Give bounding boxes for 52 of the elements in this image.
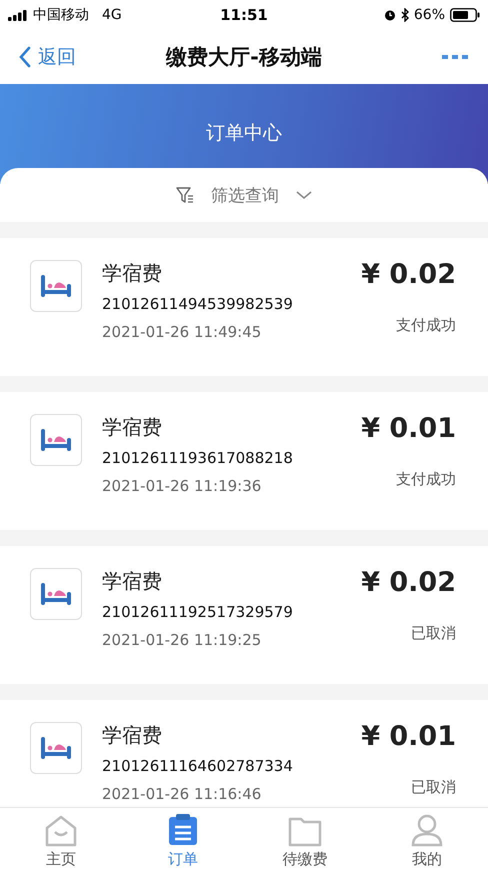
clock-time: 11:51: [220, 6, 268, 24]
carrier-name: 中国移动: [33, 6, 89, 24]
order-number: 21012611494539982539: [102, 295, 293, 313]
bed-icon: [30, 568, 82, 620]
person-icon: [410, 813, 444, 847]
clipboard-icon: [166, 813, 200, 847]
order-name: 学宿费: [102, 414, 163, 440]
filter-button[interactable]: 筛选查询: [171, 180, 317, 210]
order-time: 2021-01-26 11:49:45: [102, 323, 262, 341]
alarm-icon: [384, 9, 396, 21]
order-number: 21012611164602787334: [102, 757, 293, 775]
page-title: 缴费大厅-移动端: [166, 44, 322, 71]
folder-icon: [288, 815, 322, 847]
filter-icon: [175, 185, 195, 205]
order-name: 学宿费: [102, 260, 163, 286]
order-card[interactable]: 学宿费 21012611164602787334 2021-01-26 11:16:46 ¥ 0.01 已取消: [0, 700, 488, 807]
order-amount: ¥ 0.02: [361, 260, 456, 290]
back-button[interactable]: 返回: [18, 44, 76, 70]
order-amount: ¥ 0.01: [361, 414, 456, 444]
chevron-down-icon: [295, 189, 313, 201]
order-card[interactable]: 学宿费 21012611193617088218 2021-01-26 11:19:36 ¥ 0.01 支付成功: [0, 392, 488, 530]
network-type: 4G: [102, 7, 122, 23]
order-name: 学宿费: [102, 722, 163, 748]
order-card[interactable]: 学宿费 21012611494539982539 2021-01-26 11:49:45 ¥ 0.02 支付成功: [0, 238, 488, 376]
tab-item[interactable]: 待缴费: [244, 808, 366, 873]
order-status: 支付成功: [396, 316, 456, 335]
order-number: 21012611193617088218: [102, 449, 293, 467]
order-time: 2021-01-26 11:19:36: [102, 477, 262, 495]
tab-item[interactable]: 我的: [366, 808, 488, 873]
home-icon: [44, 815, 78, 847]
order-amount: ¥ 0.02: [361, 568, 456, 598]
order-status: 支付成功: [396, 470, 456, 489]
bed-icon: [30, 414, 82, 466]
signal-icon: [8, 10, 28, 20]
order-number: 21012611192517329579: [102, 603, 293, 621]
bed-icon: [30, 722, 82, 774]
tab-item[interactable]: 主页: [0, 808, 122, 873]
battery-icon: [450, 8, 480, 22]
tab-item[interactable]: 订单: [122, 808, 244, 873]
bluetooth-icon: [400, 8, 409, 22]
order-time: 2021-01-26 11:16:46: [102, 785, 262, 803]
battery-percent: 66%: [414, 7, 445, 23]
order-status: 已取消: [411, 778, 456, 797]
header-title: 订单中心: [206, 121, 282, 146]
more-icon[interactable]: [442, 54, 468, 60]
order-status: 已取消: [411, 624, 456, 643]
order-amount: ¥ 0.01: [361, 722, 456, 752]
back-chevron-icon: [18, 46, 32, 68]
bed-icon: [30, 260, 82, 312]
order-name: 学宿费: [102, 568, 163, 594]
order-time: 2021-01-26 11:19:25: [102, 631, 262, 649]
order-card[interactable]: 学宿费 21012611192517329579 2021-01-26 11:19:25 ¥ 0.02 已取消: [0, 546, 488, 684]
